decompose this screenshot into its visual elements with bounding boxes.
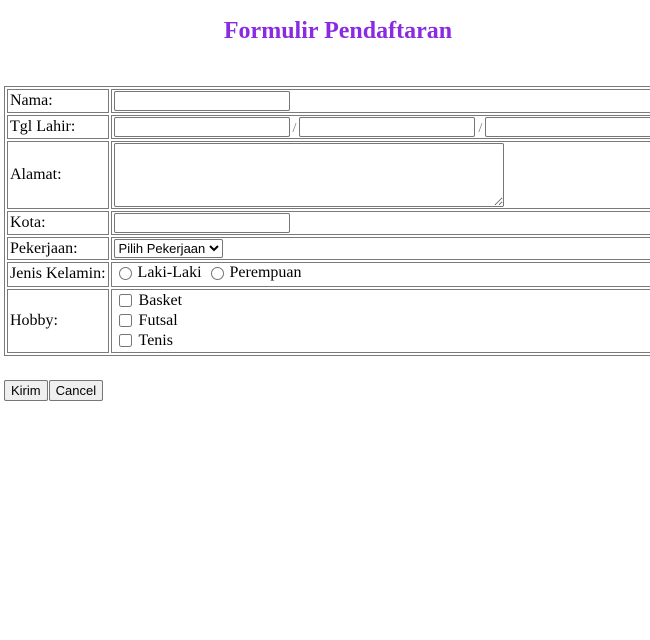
kota-input[interactable] xyxy=(113,213,290,233)
submit-button[interactable]: Kirim xyxy=(4,380,48,401)
gender-radio-perempuan[interactable] xyxy=(210,266,224,280)
row-hobby: Hobby: Basket Futsal Tenis xyxy=(7,288,650,353)
cancel-button[interactable]: Cancel xyxy=(48,380,104,401)
hobby-checkbox-basket[interactable] xyxy=(118,294,132,307)
registration-form-table: Nama: Tgl Lahir: / / Alamat: Kota: Pekerj… xyxy=(4,86,650,356)
pekerjaan-cell: Pilih Pekerjaan xyxy=(110,237,650,260)
jenis-kelamin-label: Jenis Kelamin: xyxy=(7,262,109,287)
pekerjaan-select[interactable]: Pilih Pekerjaan xyxy=(113,239,223,258)
nama-input[interactable] xyxy=(113,91,290,111)
gender-radio-laki[interactable] xyxy=(118,266,132,280)
row-alamat: Alamat: xyxy=(7,141,650,209)
hobby-item-tenis[interactable]: Tenis xyxy=(114,331,650,351)
tgl-month-input[interactable] xyxy=(299,117,476,137)
hobby-checkbox-futsal[interactable] xyxy=(118,314,132,327)
nama-cell xyxy=(110,89,650,113)
nama-label: Nama: xyxy=(7,89,109,113)
row-kota: Kota: xyxy=(7,211,650,235)
date-separator: / xyxy=(478,120,483,136)
alamat-label: Alamat: xyxy=(7,141,109,209)
tgl-day-input[interactable] xyxy=(113,117,290,137)
hobby-item-label: Futsal xyxy=(138,311,178,329)
hobby-item-label: Tenis xyxy=(138,331,173,349)
date-separator: / xyxy=(292,120,297,136)
jenis-kelamin-cell: Laki-Laki Perempuan xyxy=(110,262,650,287)
page-title: Formulir Pendaftaran xyxy=(223,18,453,44)
tgl-year-input[interactable] xyxy=(485,117,650,137)
row-jenis-kelamin: Jenis Kelamin: Laki-Laki Perempuan xyxy=(7,262,650,287)
alamat-cell xyxy=(110,141,650,209)
hobby-item-futsal[interactable]: Futsal xyxy=(114,311,650,331)
gender-option-perempuan[interactable]: Perempuan xyxy=(206,264,302,282)
gender-option-label: Laki-Laki xyxy=(137,264,202,281)
page: Formulir Pendaftaran Nama: Tgl Lahir: / /… xyxy=(0,0,650,640)
hobby-cell: Basket Futsal Tenis xyxy=(110,288,650,353)
pekerjaan-label: Pekerjaan: xyxy=(7,237,109,260)
alamat-textarea[interactable] xyxy=(113,143,504,207)
hobby-item-basket[interactable]: Basket xyxy=(114,291,650,311)
row-pekerjaan: Pekerjaan: Pilih Pekerjaan xyxy=(7,237,650,260)
kota-label: Kota: xyxy=(7,211,109,235)
kota-cell xyxy=(110,211,650,235)
hobby-item-label: Basket xyxy=(138,291,183,309)
hobby-label: Hobby: xyxy=(7,288,109,353)
form-actions: Kirim Cancel xyxy=(4,380,104,401)
gender-option-label: Perempuan xyxy=(229,264,302,281)
tgl-lahir-cell: / / xyxy=(110,115,650,139)
row-tgl-lahir: Tgl Lahir: / / xyxy=(7,115,650,139)
hobby-checkbox-tenis[interactable] xyxy=(118,334,132,347)
tgl-lahir-label: Tgl Lahir: xyxy=(7,115,109,139)
gender-option-laki[interactable]: Laki-Laki xyxy=(114,264,202,282)
row-nama: Nama: xyxy=(7,89,650,113)
